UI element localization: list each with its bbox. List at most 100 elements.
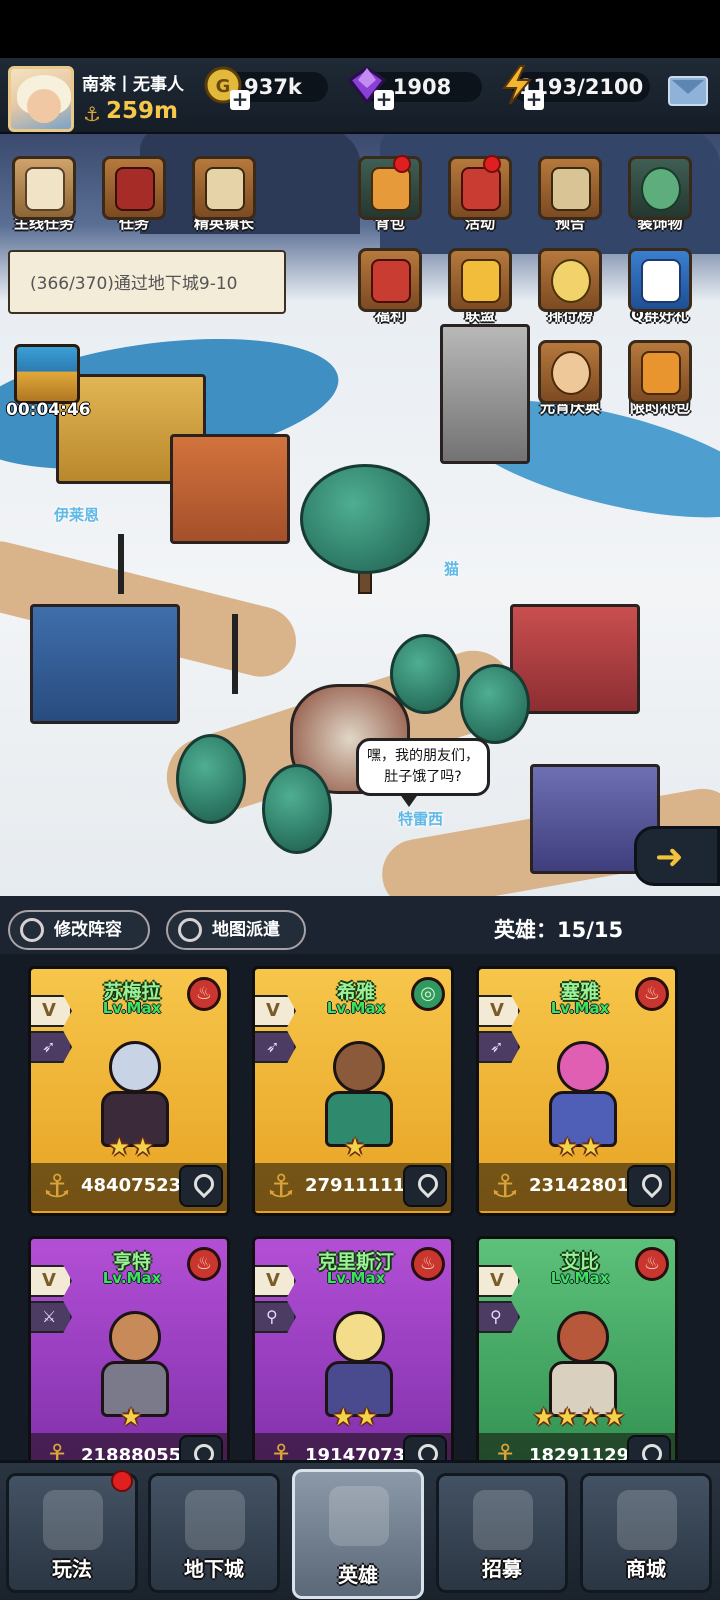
npc-label[interactable]: 特雷西 — [398, 808, 443, 829]
tree — [390, 634, 460, 714]
hero-card[interactable]: 苏梅拉 Lv.Max ♨ V ➶ ★★ ⚓ 48407523 — [28, 966, 230, 1216]
street-lamp — [118, 534, 124, 594]
nav-shop[interactable]: 商城 — [580, 1473, 712, 1593]
hero-head — [333, 1311, 385, 1363]
banner-glyph — [371, 259, 411, 303]
backpack-glyph — [371, 167, 411, 211]
mail-icon[interactable] — [668, 76, 708, 106]
hero-face-icon — [473, 1490, 533, 1550]
events-button[interactable]: 活动 — [440, 155, 520, 233]
player-name: 南茶丨无事人 — [82, 75, 184, 95]
rank-badge: V — [479, 995, 520, 1027]
letter-glyph — [551, 167, 591, 211]
player-avatar[interactable] — [8, 66, 74, 132]
hero-card[interactable]: 希雅 Lv.Max ◎ V ➶ ★ ⚓ 27911111 — [252, 966, 454, 1216]
treasure-chest-icon[interactable] — [14, 344, 80, 404]
bush-glyph — [641, 167, 681, 211]
compass-icon — [178, 918, 202, 942]
banner-icon — [358, 248, 422, 312]
chest-timer: 00:04:46 — [6, 400, 91, 420]
hero-head — [333, 1041, 385, 1093]
quest-tooltip[interactable]: (366/370)通过地下城9-10 — [8, 250, 286, 314]
tavern-building[interactable] — [170, 434, 290, 544]
book-icon — [102, 156, 166, 220]
nav-play[interactable]: 玩法 — [6, 1470, 138, 1593]
sword-icon: ⚔ — [31, 1301, 72, 1333]
hero-card[interactable]: 亨特 Lv.Max ♨ V ⚔ ★ ⚓ 21888055 — [28, 1236, 230, 1460]
decorations-button[interactable]: 装饰物 — [620, 156, 700, 233]
preview-button[interactable]: 预告 — [530, 156, 610, 233]
elite-mayor-button[interactable]: 精英镇长 — [184, 156, 264, 233]
letter-icon — [538, 156, 602, 220]
shield-banner-icon — [448, 155, 512, 220]
main-quest-button[interactable]: 主线任务 — [4, 156, 84, 233]
book-glyph — [115, 167, 155, 211]
blue-roof-building[interactable] — [30, 604, 180, 724]
limited-gift-button[interactable]: 限时礼包 — [620, 340, 700, 417]
leaderboard-button[interactable]: 排行榜 — [530, 248, 610, 325]
location-pin-icon[interactable] — [627, 1165, 671, 1207]
fire-icon: ♨ — [635, 1247, 669, 1281]
gold-value: 937k — [244, 75, 302, 99]
location-pin-icon[interactable] — [627, 1435, 671, 1460]
backpack-button[interactable]: 背包 — [350, 155, 430, 233]
open-book-glyph — [205, 167, 245, 211]
star-rating: ★★ — [332, 1403, 380, 1431]
hero-head — [109, 1041, 161, 1093]
banner-glyph — [461, 167, 501, 211]
anchor-icon: ⚓ — [83, 102, 101, 126]
scroll-icon — [12, 156, 76, 220]
location-pin-icon[interactable] — [403, 1435, 447, 1460]
add-gem-icon[interactable]: + — [374, 89, 394, 110]
anchor-icon: ⚓ — [266, 1167, 296, 1205]
fire-icon: ♨ — [187, 977, 221, 1011]
lantern-festival-button[interactable]: 元宵庆典 — [530, 340, 610, 417]
qq-group-button[interactable]: Q群好礼 — [620, 248, 700, 325]
bow-icon: ➶ — [31, 1031, 72, 1063]
gem-value: 1908 — [392, 75, 452, 99]
map-dispatch-button[interactable]: 地图派遣 — [166, 910, 306, 950]
location-pin-icon[interactable] — [403, 1165, 447, 1207]
star-rating: ★★ — [108, 1133, 156, 1161]
edit-lineup-label: 修改阵容 — [54, 920, 122, 940]
backpack-icon — [358, 155, 422, 220]
add-energy-icon[interactable]: + — [524, 89, 544, 110]
hero-card[interactable]: 艾比 Lv.Max ♨ V ⚲ ★★★★ ⚓ 18291129 — [476, 1236, 678, 1460]
edit-lineup-button[interactable]: 修改阵容 — [8, 910, 150, 950]
welfare-button[interactable]: 福利 — [350, 248, 430, 325]
hero-card[interactable]: 克里斯汀 Lv.Max ♨ V ⚲ ★★ ⚓ 19147073 — [252, 1236, 454, 1460]
location-pin-icon[interactable] — [179, 1435, 223, 1460]
bottom-nav: 玩法 地下城 英雄 招募 商城 — [0, 1460, 720, 1600]
resource-bar: 南茶丨无事人 ⚓ 259m G + 937k + 1908 + 1193/210… — [0, 58, 720, 134]
alliance-button[interactable]: 联盟 — [440, 248, 520, 325]
open-book-icon — [192, 156, 256, 220]
notification-dot — [483, 155, 501, 173]
chat-glyph — [641, 259, 681, 303]
nav-recruit[interactable]: 招募 — [436, 1473, 568, 1593]
gem-counter[interactable]: + 1908 — [347, 66, 482, 110]
cat-label[interactable]: 猫 — [444, 558, 459, 579]
npc-label[interactable]: 伊莱恩 — [54, 504, 99, 525]
tasks-button[interactable]: 任务 — [94, 156, 174, 233]
hero-power: 18291129 — [529, 1445, 630, 1460]
rank-badge: V — [255, 1265, 296, 1297]
tree — [262, 764, 332, 854]
location-pin-icon[interactable] — [179, 1165, 223, 1207]
nav-heroes[interactable]: 英雄 — [292, 1469, 424, 1599]
nav-shop-label: 商城 — [626, 1557, 666, 1581]
nav-dungeon-label: 地下城 — [184, 1557, 244, 1581]
town-map[interactable]: 伊莱恩 猫 特雷西 嘿，我的朋友们， 肚子饿了吗? 主线任务 任务 精英镇长 背… — [0, 134, 720, 896]
wind-icon: ◎ — [411, 977, 445, 1011]
hero-power: 21888055 — [81, 1445, 182, 1460]
add-gold-icon[interactable]: + — [230, 89, 250, 110]
nav-dungeon[interactable]: 地下城 — [148, 1473, 280, 1593]
map-next-button[interactable]: ➜ — [634, 826, 720, 886]
hero-card[interactable]: 塞雅 Lv.Max ♨ V ➶ ★★ ⚓ 23142801 — [476, 966, 678, 1216]
energy-counter[interactable]: + 1193/2100 — [502, 65, 650, 110]
star-rating: ★ — [344, 1133, 368, 1161]
bow-icon: ➶ — [479, 1031, 520, 1063]
arrow-right-icon: ➜ — [655, 837, 684, 877]
stone-tower-building[interactable] — [440, 324, 530, 464]
crossed-swords-icon — [185, 1490, 245, 1550]
gold-counter[interactable]: G + 937k — [204, 66, 328, 110]
